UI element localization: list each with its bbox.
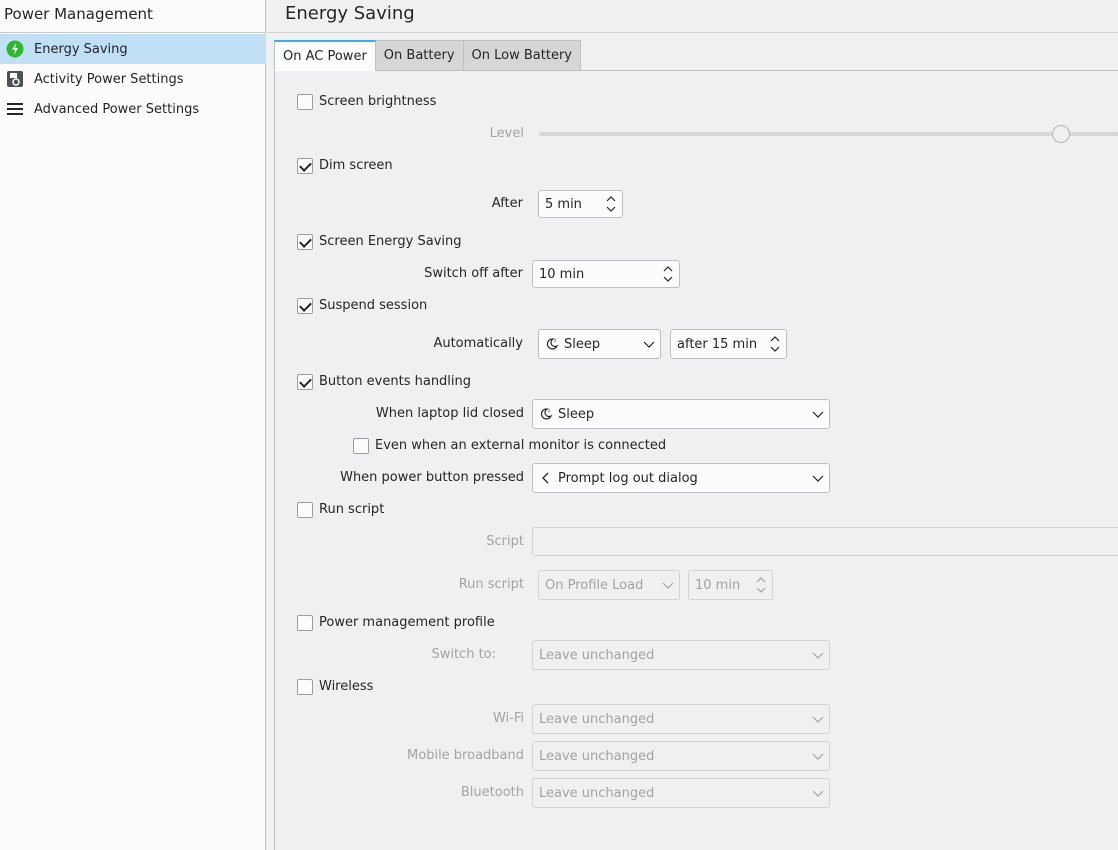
- dim-after-label: After: [491, 196, 523, 211]
- run-script-when-value: On Profile Load: [545, 577, 644, 593]
- script-label: Script: [486, 534, 524, 549]
- sleep-icon: z: [546, 338, 559, 350]
- sleep-icon: z: [540, 408, 553, 420]
- tab-on-low-battery[interactable]: On Low Battery: [463, 40, 581, 71]
- suspend-action-value: Sleep: [564, 336, 601, 352]
- chevron-down-icon: [812, 652, 824, 659]
- dim-after-value: 5 min: [545, 196, 582, 212]
- button-events-checkbox[interactable]: [297, 374, 313, 390]
- svg-text:z: z: [548, 408, 550, 413]
- run-script-label: Run script: [319, 502, 385, 517]
- suspend-checkbox[interactable]: [297, 298, 313, 314]
- script-path-input[interactable]: [532, 527, 1118, 556]
- run-script-time-value: 10 min: [695, 577, 741, 593]
- external-monitor-checkbox[interactable]: [353, 438, 369, 454]
- spin-arrows-icon[interactable]: [605, 194, 617, 214]
- run-script-when-combo[interactable]: On Profile Load: [538, 570, 680, 600]
- lid-closed-value: Sleep: [558, 406, 595, 422]
- tab-on-ac-power[interactable]: On AC Power: [274, 40, 376, 71]
- automatically-label: Automatically: [433, 336, 523, 351]
- button-events-label: Button events handling: [319, 374, 472, 389]
- mobile-broadband-label: Mobile broadband: [407, 748, 524, 763]
- switch-off-spinbox[interactable]: 10 min: [532, 260, 680, 288]
- suspend-after-value: after 15 min: [677, 336, 758, 352]
- lid-closed-label: When laptop lid closed: [375, 406, 524, 421]
- tab-bar: On AC Power On Battery On Low Battery: [274, 40, 581, 71]
- dim-after-spinbox[interactable]: 5 min: [538, 190, 623, 218]
- tab-on-battery[interactable]: On Battery: [375, 40, 464, 71]
- level-label: Level: [489, 126, 524, 141]
- switch-off-value: 10 min: [539, 266, 585, 282]
- bluetooth-combo[interactable]: Leave unchanged: [532, 778, 830, 808]
- sidebar-item-activity-power[interactable]: Activity Power Settings: [0, 64, 266, 94]
- external-monitor-label: Even when an external monitor is connect…: [375, 438, 667, 453]
- chevron-left-icon: [542, 472, 549, 484]
- lid-closed-combo[interactable]: z Sleep: [532, 399, 830, 429]
- sidebar-title: Power Management: [4, 5, 153, 23]
- sidebar-item-label: Activity Power Settings: [34, 71, 184, 87]
- brightness-slider-track: [539, 132, 1118, 136]
- bluetooth-label: Bluetooth: [460, 785, 524, 800]
- sidebar: Power Management Energy Saving Activity …: [0, 0, 266, 850]
- spin-arrows-icon[interactable]: [662, 264, 674, 284]
- profile-label: Power management profile: [319, 615, 495, 630]
- mobile-broadband-value: Leave unchanged: [539, 748, 655, 764]
- suspend-after-spinbox[interactable]: after 15 min: [670, 329, 787, 359]
- switch-to-label: Switch to:: [431, 647, 496, 662]
- sidebar-item-label: Advanced Power Settings: [34, 101, 200, 117]
- menu-icon: [6, 100, 24, 118]
- chevron-down-icon: [812, 790, 824, 797]
- wireless-checkbox[interactable]: [297, 679, 313, 695]
- page-title: Energy Saving: [285, 3, 415, 24]
- svg-text:z: z: [554, 338, 556, 343]
- chevron-down-icon: [662, 582, 674, 589]
- suspend-label: Suspend session: [319, 298, 428, 313]
- power-button-combo[interactable]: Prompt log out dialog: [532, 463, 830, 493]
- wifi-label: Wi-Fi: [492, 711, 524, 726]
- screen-energy-label: Screen Energy Saving: [319, 234, 462, 249]
- spin-arrows-icon[interactable]: [755, 575, 767, 595]
- sidebar-divider: [0, 32, 266, 33]
- profile-switch-value: Leave unchanged: [539, 647, 655, 663]
- screen-brightness-label: Screen brightness: [319, 94, 437, 109]
- energy-icon: [6, 40, 24, 58]
- wireless-label: Wireless: [319, 679, 374, 694]
- power-button-label: When power button pressed: [340, 470, 524, 485]
- profile-checkbox[interactable]: [297, 615, 313, 631]
- mobile-broadband-combo[interactable]: Leave unchanged: [532, 741, 830, 771]
- activity-icon: [6, 70, 24, 88]
- run-script-checkbox[interactable]: [297, 502, 313, 518]
- wifi-combo[interactable]: Leave unchanged: [532, 704, 830, 734]
- dim-screen-label: Dim screen: [319, 158, 393, 173]
- chevron-down-icon: [812, 716, 824, 723]
- chevron-down-icon: [643, 341, 655, 348]
- run-script-time-spinbox[interactable]: 10 min: [688, 570, 773, 600]
- screen-brightness-checkbox[interactable]: [297, 94, 313, 110]
- brightness-slider-handle[interactable]: [1052, 125, 1070, 143]
- chevron-down-icon: [812, 753, 824, 760]
- screen-energy-checkbox[interactable]: [297, 234, 313, 250]
- profile-switch-combo[interactable]: Leave unchanged: [532, 640, 830, 670]
- wifi-value: Leave unchanged: [539, 711, 655, 727]
- sidebar-item-label: Energy Saving: [34, 41, 128, 57]
- sidebar-item-advanced-power[interactable]: Advanced Power Settings: [0, 94, 266, 124]
- run-script-when-label: Run script: [458, 577, 524, 592]
- spin-arrows-icon[interactable]: [769, 334, 781, 354]
- bluetooth-value: Leave unchanged: [539, 785, 655, 801]
- sidebar-item-energy-saving[interactable]: Energy Saving: [0, 34, 266, 64]
- dim-screen-checkbox[interactable]: [297, 158, 313, 174]
- chevron-down-icon: [812, 411, 824, 418]
- power-button-value: Prompt log out dialog: [558, 470, 698, 486]
- chevron-down-icon: [812, 475, 824, 482]
- switch-off-label: Switch off after: [424, 266, 523, 281]
- suspend-action-combo[interactable]: z Sleep: [538, 329, 661, 359]
